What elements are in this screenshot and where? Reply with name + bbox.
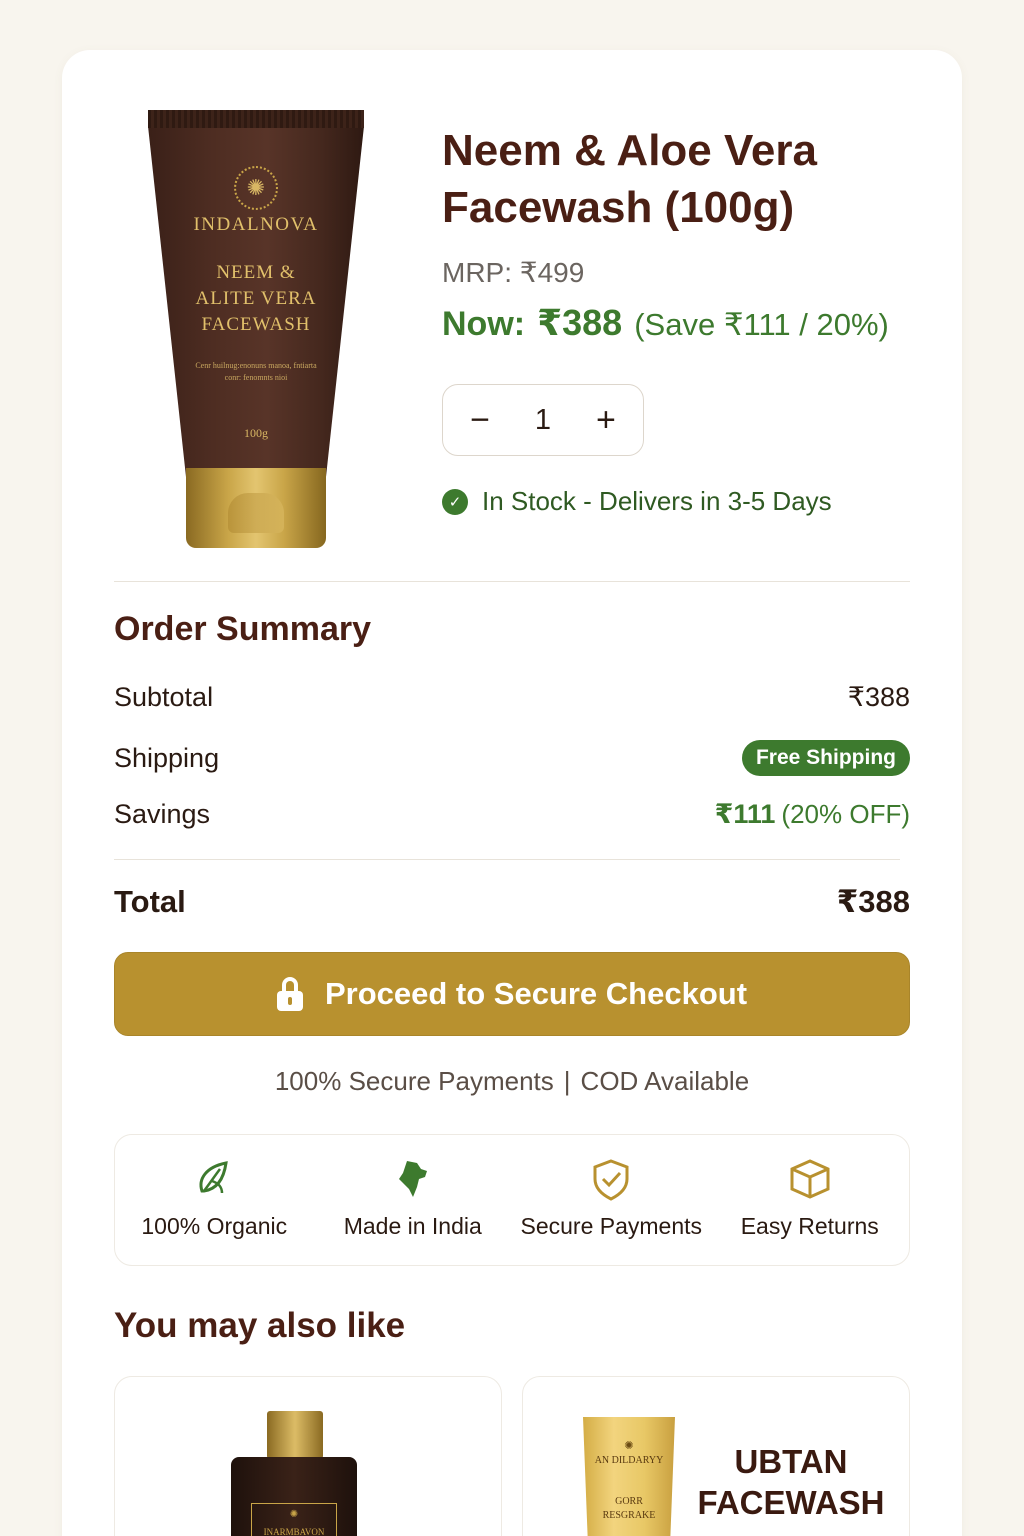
ubtan-tube-line: RESGRAKE xyxy=(602,1510,656,1521)
box-icon xyxy=(790,1159,830,1199)
tube-size: 100g xyxy=(244,426,268,440)
tube-description: Cenr huilnug:enonuns manoa, fntiarta con… xyxy=(195,361,317,382)
recommendation-card[interactable]: ✺ INARMBAVON xyxy=(114,1376,502,1536)
brand-logo-icon: ✺ xyxy=(234,166,278,210)
current-price: ₹388 xyxy=(537,302,623,343)
decrease-quantity-button[interactable]: − xyxy=(461,403,499,437)
divider xyxy=(114,581,910,582)
savings-text: (Save ₹111 / 20%) xyxy=(634,307,889,342)
savings-amount: ₹111 xyxy=(714,799,776,829)
ubtan-tube-text: GORR RESGRAKE xyxy=(583,1495,675,1523)
recommendation-title-line: UBTAN xyxy=(734,1443,848,1480)
india-map-icon xyxy=(398,1161,427,1197)
ubtan-brand: AN DILDARYY xyxy=(594,1455,664,1466)
stock-text: In Stock - Delivers in 3-5 Days xyxy=(482,486,832,516)
recommendation-card[interactable]: ✺ AN DILDARYY GORR RESGRAKE UBTAN FACEWA… xyxy=(522,1376,910,1536)
feature-label: 100% Organic xyxy=(141,1213,288,1239)
savings-label: Savings xyxy=(114,799,211,829)
secure-payments-text: 100% Secure Payments xyxy=(274,1066,554,1096)
checkout-button[interactable]: Proceed to Secure Checkout xyxy=(114,952,910,1036)
order-summary-title: Order Summary xyxy=(114,610,371,648)
savings-percent: (20% OFF) xyxy=(781,799,910,829)
bottle-text: INARMBAVON xyxy=(263,1527,325,1536)
shipping-label: Shipping xyxy=(114,742,220,773)
divider xyxy=(114,859,900,860)
recommendations-title: You may also like xyxy=(114,1306,406,1345)
recommendation-title-line: FACEWASH xyxy=(697,1484,885,1521)
bottle-cap xyxy=(267,1411,323,1459)
feature-label: Made in India xyxy=(343,1213,482,1239)
savings-row: Savings ₹111 (20% OFF) xyxy=(114,799,910,830)
feature-easy-returns: Easy Returns xyxy=(711,1135,910,1265)
shipping-row: Shipping Free Shipping xyxy=(114,740,910,776)
total-value: ₹388 xyxy=(836,884,910,919)
checkout-button-label: Proceed to Secure Checkout xyxy=(324,976,748,1011)
subtotal-row: Subtotal ₹388 xyxy=(114,682,910,713)
cod-text: COD Available xyxy=(580,1066,750,1096)
features-strip: 100% Organic Made in India Secure Paymen… xyxy=(114,1134,910,1266)
product-image: ✺ INDALNOVA NEEM & ALITE VERA FACEWASH C… xyxy=(146,108,366,558)
tube-product-name: NEEM & ALITE VERA FACEWASH xyxy=(176,260,336,338)
bottle-logo-icon: ✺ xyxy=(289,1509,299,1520)
tube-name-line: FACEWASH xyxy=(201,314,311,335)
organic-leaf-icon xyxy=(199,1161,229,1194)
stock-status: ✓ In Stock - Delivers in 3-5 Days xyxy=(442,486,832,517)
subtotal-value: ₹388 xyxy=(847,682,910,712)
lock-icon xyxy=(276,977,303,1011)
quantity-stepper: − 1 + xyxy=(442,384,644,456)
product-card: ✺ INDALNOVA NEEM & ALITE VERA FACEWASH C… xyxy=(62,50,962,1536)
shield-check-icon xyxy=(593,1159,629,1201)
check-circle-icon: ✓ xyxy=(442,488,468,515)
feature-label: Secure Payments xyxy=(520,1213,703,1239)
ubtan-tube-line: GORR xyxy=(615,1496,643,1507)
free-shipping-badge: Free Shipping xyxy=(741,740,910,776)
feature-label: Easy Returns xyxy=(740,1213,879,1239)
payment-info: 100% Secure Payments | COD Available xyxy=(62,1066,962,1097)
ubtan-logo-icon: ✺ xyxy=(624,1440,634,1452)
total-row: Total ₹388 xyxy=(114,884,910,920)
feature-organic: 100% Organic xyxy=(115,1135,314,1265)
savings-value: ₹111 (20% OFF) xyxy=(715,799,910,830)
tube-crimp xyxy=(148,110,364,128)
total-label: Total xyxy=(114,884,186,919)
tube-brand-text: INDALNOVA xyxy=(193,214,319,235)
mrp-price: MRP: ₹499 xyxy=(442,257,585,288)
increase-quantity-button[interactable]: + xyxy=(587,403,625,437)
current-price-row: Now: ₹388 (Save ₹111 / 20%) xyxy=(442,302,889,344)
separator: | xyxy=(563,1066,571,1096)
feature-secure-payments: Secure Payments xyxy=(512,1135,711,1265)
tube-name-line: NEEM & xyxy=(216,262,296,283)
product-title: Neem & Aloe Vera Facewash (100g) xyxy=(442,126,817,232)
tube-cap-notch xyxy=(228,493,284,533)
feature-made-in-india: Made in India xyxy=(314,1135,513,1265)
recommendation-title: UBTAN FACEWASH xyxy=(691,1441,891,1523)
tube-name-line: ALITE VERA xyxy=(195,288,317,309)
now-label: Now: xyxy=(442,305,526,343)
quantity-value: 1 xyxy=(534,403,552,436)
subtotal-label: Subtotal xyxy=(114,682,214,712)
